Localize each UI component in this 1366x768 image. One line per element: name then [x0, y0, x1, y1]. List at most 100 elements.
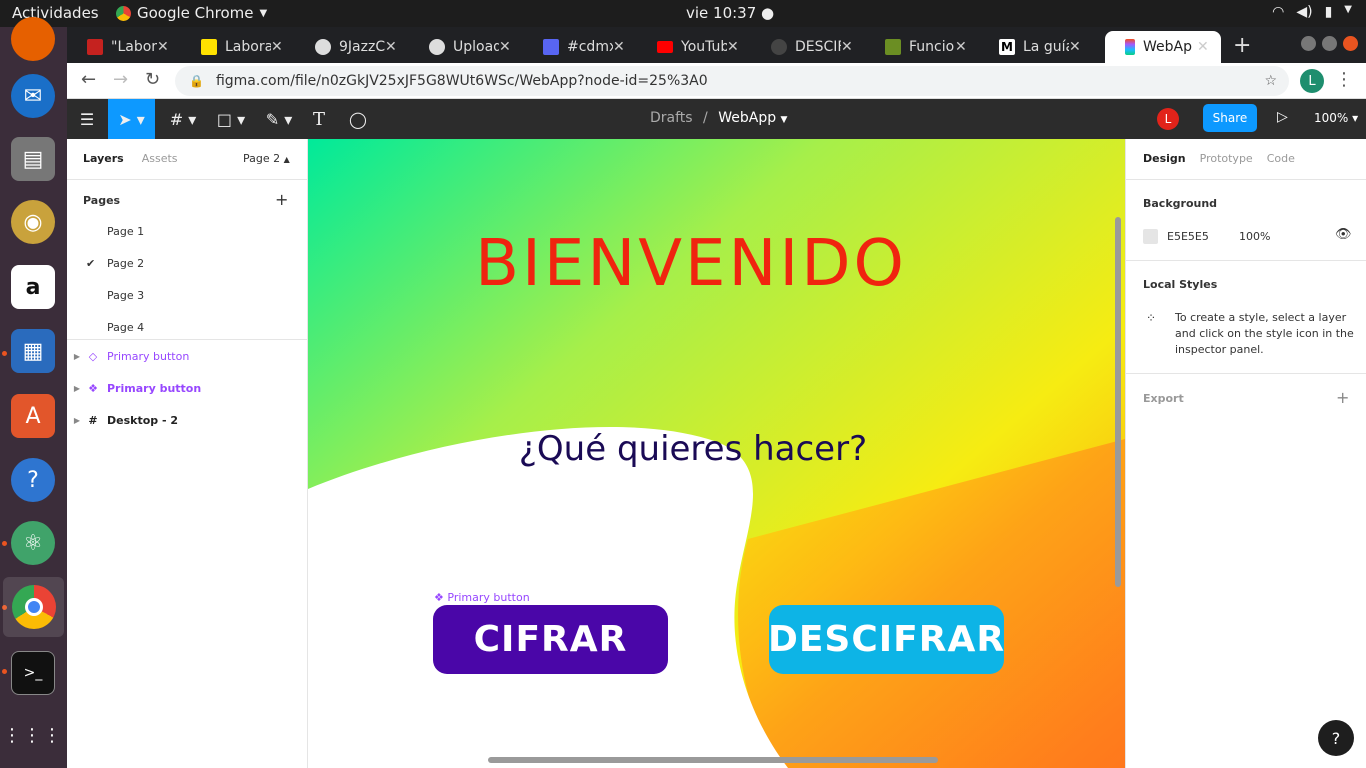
current-page-label: Page 2 [243, 152, 281, 165]
decrypt-button[interactable]: DESCIFRAR [768, 605, 1004, 674]
close-icon[interactable]: ✕ [613, 39, 631, 55]
rhythmbox-icon[interactable]: ◉ [11, 200, 55, 244]
new-tab-button[interactable]: + [1233, 33, 1251, 58]
design-canvas[interactable]: BIENVENIDO ¿Qué quieres hacer? ❖ Primary… [308, 139, 1125, 768]
layer-row[interactable]: ▶ # Desktop - 2 [67, 408, 308, 432]
design-panel: Design Prototype Code Background E5E5E5 … [1125, 139, 1366, 768]
system-tray[interactable]: ◠ ◀) ▮ ▼ [1272, 4, 1352, 20]
page-item[interactable]: Page 1 [107, 225, 144, 238]
caret-right-icon[interactable]: ▶ [69, 416, 85, 425]
firefox-icon[interactable] [11, 17, 55, 61]
layer-row[interactable]: ▶ ❖ Primary button [67, 376, 308, 400]
chrome-dock-icon[interactable] [3, 577, 64, 637]
main-menu-icon[interactable]: ☰ [75, 99, 99, 139]
add-page-icon[interactable]: + [275, 190, 288, 209]
page-selector[interactable]: Page 2 ▲ [243, 152, 290, 165]
figma-icon [1125, 39, 1135, 55]
pages-heading: Pages [83, 194, 121, 207]
share-button[interactable]: Share [1203, 104, 1257, 132]
shape-tool-icon[interactable]: □ ▾ [213, 99, 249, 139]
close-icon[interactable]: ✕ [271, 39, 289, 55]
browser-tab[interactable]: Funcion✕ [865, 31, 979, 63]
browser-tab[interactable]: DESCIF ✕ [751, 31, 865, 63]
reload-icon[interactable]: ↻ [145, 69, 160, 90]
caret-right-icon[interactable]: ▶ [69, 352, 85, 361]
running-indicator [2, 669, 7, 674]
terminal-icon[interactable]: >_ [11, 651, 55, 695]
eye-icon[interactable]: 👁 [1335, 227, 1352, 242]
encrypt-button[interactable]: CIFRAR [433, 605, 668, 674]
page-item[interactable]: Page 4 [107, 321, 144, 334]
clock[interactable]: vie 10:37 ● [686, 4, 774, 22]
writer-icon[interactable]: ▦ [11, 329, 55, 373]
tab-assets[interactable]: Assets [142, 152, 178, 165]
show-apps-icon[interactable]: ⋮⋮⋮ [3, 713, 61, 757]
file-name[interactable]: WebApp [718, 110, 776, 126]
style-grid-icon: ⁘ [1146, 311, 1157, 325]
background-opacity-input[interactable]: 100% [1239, 230, 1270, 243]
text-tool-icon[interactable]: T [309, 99, 329, 139]
app-menu[interactable]: Google Chrome ▼ [116, 4, 267, 22]
browser-tab[interactable]: "Labora✕ [67, 31, 181, 63]
page-item[interactable]: Page 3 [107, 289, 144, 302]
caret-right-icon[interactable]: ▶ [69, 384, 85, 393]
medium-icon: M [999, 39, 1015, 55]
url-input[interactable]: 🔒 figma.com/file/n0zGkJV25xJF5G8WUt6WSc/… [175, 66, 1289, 96]
close-icon[interactable]: ✕ [499, 39, 517, 55]
tab-prototype[interactable]: Prototype [1200, 152, 1253, 165]
close-icon[interactable]: ✕ [1069, 39, 1087, 55]
comment-tool-icon[interactable]: ◯ [347, 99, 369, 139]
bookmark-star-icon[interactable]: ☆ [1264, 73, 1277, 89]
tab-label: DESCIF [795, 39, 841, 55]
frame-tool-icon[interactable]: # ▾ [165, 99, 201, 139]
window-controls [1301, 36, 1358, 51]
close-icon[interactable]: ✕ [727, 39, 745, 55]
horizontal-scrollbar[interactable] [488, 757, 938, 763]
help-icon[interactable]: ? [11, 458, 55, 502]
help-button[interactable]: ? [1318, 720, 1354, 756]
profile-avatar[interactable]: L [1300, 69, 1324, 93]
close-icon[interactable]: ✕ [955, 39, 973, 55]
chevron-down-icon[interactable]: ▼ [781, 115, 788, 125]
background-color-swatch[interactable] [1143, 229, 1158, 244]
app-name: Google Chrome [137, 4, 254, 22]
thunderbird-icon[interactable]: ✉ [11, 74, 55, 118]
move-tool-icon[interactable]: ➤ ▾ [108, 99, 155, 139]
browser-tab[interactable]: Labora ✕ [181, 31, 295, 63]
back-arrow-icon[interactable]: ← [81, 69, 96, 90]
page-item[interactable]: Page 2 [107, 257, 144, 270]
zoom-dropdown[interactable]: 100% ▾ [1314, 111, 1358, 125]
files-icon[interactable]: ▤ [11, 137, 55, 181]
atom-icon[interactable]: ⚛ [11, 521, 55, 565]
maximize-button[interactable] [1322, 36, 1337, 51]
present-play-icon[interactable]: ▷ [1277, 109, 1288, 125]
tab-code[interactable]: Code [1267, 152, 1295, 165]
layer-row[interactable]: ▶ ◇ Primary button [67, 344, 308, 368]
tab-design[interactable]: Design [1143, 152, 1186, 165]
browser-tab[interactable]: #cdmx ✕ [523, 31, 637, 63]
close-icon[interactable]: ✕ [157, 39, 175, 55]
close-icon[interactable]: ✕ [385, 39, 403, 55]
add-export-icon[interactable]: + [1336, 388, 1349, 407]
browser-tab[interactable]: Upload ✕ [409, 31, 523, 63]
pen-tool-icon[interactable]: ✎ ▾ [260, 99, 298, 139]
close-window-button[interactable] [1343, 36, 1358, 51]
minimize-button[interactable] [1301, 36, 1316, 51]
browser-tab[interactable]: M La guía ✕ [979, 31, 1093, 63]
tab-layers[interactable]: Layers [83, 152, 124, 165]
amazon-icon[interactable]: a [11, 265, 55, 309]
browser-tab-active[interactable]: WebAp ✕ [1105, 31, 1221, 63]
breadcrumb-drafts[interactable]: Drafts [650, 110, 693, 126]
vertical-scrollbar[interactable] [1115, 217, 1121, 587]
background-hex-input[interactable]: E5E5E5 [1167, 230, 1209, 243]
close-icon[interactable]: ✕ [1197, 39, 1215, 55]
forward-arrow-icon[interactable]: → [113, 69, 128, 90]
browser-tab[interactable]: 9JazzC ✕ [295, 31, 409, 63]
close-icon[interactable]: ✕ [841, 39, 859, 55]
chevron-down-icon: ▼ [259, 7, 268, 19]
tab-label: La guía [1023, 39, 1069, 55]
software-center-icon[interactable]: A [11, 394, 55, 438]
menu-dots-icon[interactable]: ⋮ [1335, 69, 1353, 90]
user-avatar[interactable]: L [1157, 108, 1179, 130]
browser-tab[interactable]: YouTub ✕ [637, 31, 751, 63]
